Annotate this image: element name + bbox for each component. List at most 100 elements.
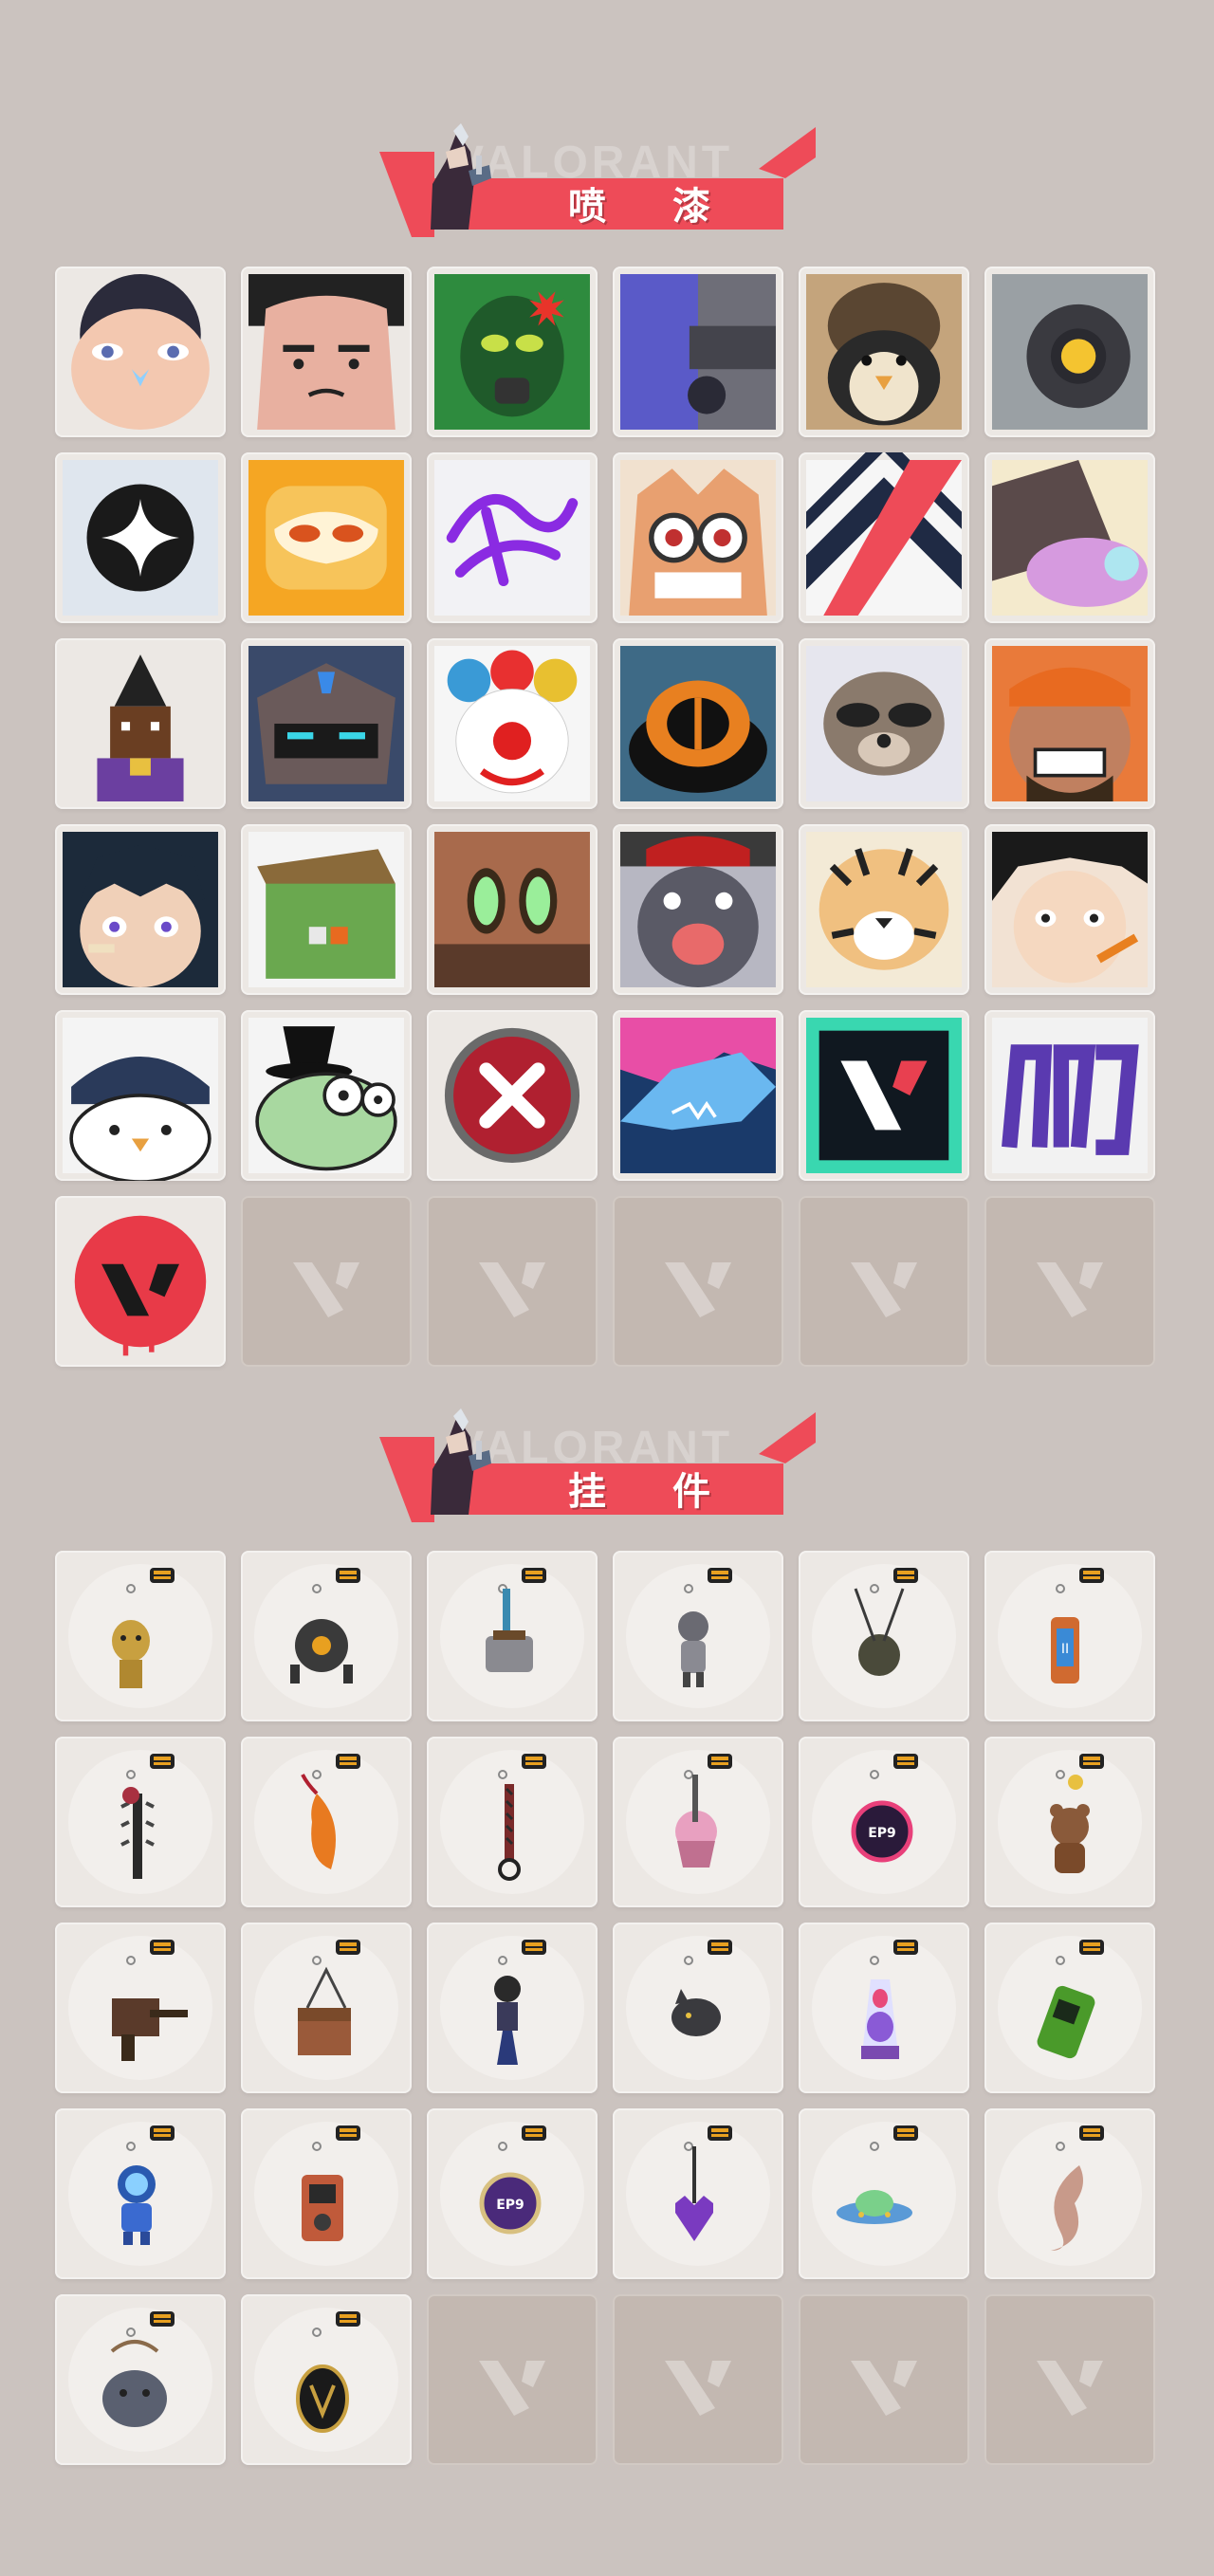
charm-dark-cat[interactable] (613, 1923, 783, 2093)
fish-tail-icon (998, 2122, 1142, 2266)
charm-fish-tail[interactable] (984, 2108, 1155, 2279)
spray-robot-eye[interactable] (984, 267, 1155, 437)
spray-penguin-beanie[interactable] (799, 267, 969, 437)
spray-tiger[interactable] (799, 824, 969, 995)
charms-banner: VALORANT 挂 件 (377, 1408, 816, 1522)
chevron-icon (806, 452, 962, 616)
spray-shark[interactable] (613, 1010, 783, 1181)
empty-slot (799, 2294, 969, 2465)
valorant-logo-icon (665, 2361, 731, 2416)
spray-v-red-drip[interactable] (55, 1196, 226, 1367)
spray-green-crate[interactable] (241, 824, 412, 995)
graffiti-icon (992, 1018, 1148, 1173)
spray-crying-mole[interactable] (613, 824, 783, 995)
charm-radio[interactable] (241, 2108, 412, 2279)
charm-cupcake[interactable] (613, 1737, 783, 1907)
spray-penguin-peek[interactable] (55, 1010, 226, 1181)
svg-text:EP9: EP9 (496, 2198, 524, 2213)
charm-blue-bottle[interactable]: II (984, 1551, 1155, 1721)
spray-green-eyes[interactable] (427, 824, 598, 995)
v-logo-red-icon (63, 1204, 218, 1359)
canteen-icon (812, 1564, 956, 1708)
raccoon-icon (806, 646, 962, 801)
spray-v-teal[interactable] (799, 1010, 969, 1181)
girl-pencil-icon (992, 832, 1148, 987)
green-eyes-icon (434, 832, 590, 987)
charm-teddy-bell[interactable] (984, 1737, 1155, 1907)
spray-grinning-man[interactable] (984, 638, 1155, 809)
charm-green-device[interactable] (984, 1923, 1155, 2093)
star-badge-icon (63, 460, 218, 616)
section-title: 喷 漆 (568, 185, 737, 229)
witch-frog-icon (248, 1018, 404, 1173)
charm-raccoon-figure[interactable] (613, 1551, 783, 1721)
spray-bandaged-kid[interactable] (55, 824, 226, 995)
spray-angry-guy[interactable] (241, 267, 412, 437)
ep9-medal-icon: EP9 (812, 1750, 956, 1894)
green-crate-icon (248, 832, 404, 987)
v-logo-teal-icon (806, 1018, 962, 1173)
valorant-logo-icon (1037, 1262, 1103, 1317)
charm-ufo[interactable] (799, 2108, 969, 2279)
top-hat-icon (620, 646, 776, 801)
spray-goggles-man[interactable] (613, 452, 783, 623)
charm-canteen[interactable] (799, 1551, 969, 1721)
charm-ep9-medal-purple[interactable]: EP9 (427, 2108, 598, 2279)
charm-gold-cat[interactable] (55, 1551, 226, 1721)
charm-brown-gun[interactable] (55, 1923, 226, 2093)
spray-butterfly-face[interactable] (55, 267, 226, 437)
green-device-icon (998, 1936, 1142, 2080)
charm-blue-astronaut[interactable] (55, 2108, 226, 2279)
spray-chevron[interactable] (799, 452, 969, 623)
spray-girl-pencil[interactable] (984, 824, 1155, 995)
spray-black-star[interactable] (55, 452, 226, 623)
charm-rope-knot[interactable] (427, 1737, 598, 1907)
svg-text:II: II (1061, 1642, 1069, 1657)
charm-pixel-heart[interactable] (613, 2108, 783, 2279)
charm-ep9-medal-pink[interactable]: EP9 (799, 1737, 969, 1907)
charm-drone[interactable] (241, 1551, 412, 1721)
brown-gun-icon (68, 1936, 212, 2080)
charm-lava-lamp[interactable] (799, 1923, 969, 2093)
svg-text:EP9: EP9 (868, 1826, 896, 1841)
spray-top-hat[interactable] (613, 638, 783, 809)
pink-creature-icon (992, 460, 1148, 616)
valorant-logo-icon (479, 1262, 545, 1317)
valorant-logo-icon (851, 2361, 917, 2416)
spray-raccoon[interactable] (799, 638, 969, 809)
charm-toaster[interactable] (427, 1551, 598, 1721)
face-angry-icon (248, 274, 404, 430)
empty-slot (984, 2294, 1155, 2465)
teddy-icon (998, 1750, 1142, 1894)
crate-box-icon (254, 1936, 398, 2080)
clown-icon (434, 646, 590, 801)
spray-armored-bot[interactable] (241, 638, 412, 809)
empty-slot (241, 1196, 412, 1367)
charm-spiked-mace[interactable] (55, 1737, 226, 1907)
cupcake-icon (626, 1750, 770, 1894)
spray-x-button[interactable] (427, 1010, 598, 1181)
spray-clown[interactable] (427, 638, 598, 809)
empty-slot (427, 2294, 598, 2465)
orange-mask-icon (248, 460, 404, 616)
spray-orange-mask[interactable] (241, 452, 412, 623)
penguin-icon (806, 274, 962, 430)
spray-pink-tail[interactable] (984, 452, 1155, 623)
robot-eye-icon (992, 274, 1148, 430)
toaster-icon (440, 1564, 584, 1708)
charm-v-coin[interactable] (241, 2294, 412, 2465)
charm-grey-owl[interactable] (55, 2294, 226, 2465)
spray-witch-frog[interactable] (241, 1010, 412, 1181)
spray-pixel-agent[interactable] (55, 638, 226, 809)
charm-crate-box[interactable] (241, 1923, 412, 2093)
charm-chili-fish[interactable] (241, 1737, 412, 1907)
spray-purple-gun[interactable] (613, 267, 783, 437)
sprays-banner: VALORANT 喷 漆 (377, 123, 816, 237)
charm-tassel-figure[interactable] (427, 1923, 598, 2093)
spray-purple-scribble[interactable] (427, 452, 598, 623)
spray-green-mask[interactable] (427, 267, 598, 437)
empty-slot (613, 1196, 783, 1367)
spray-graffiti-tag[interactable] (984, 1010, 1155, 1181)
valorant-logo-icon (851, 1262, 917, 1317)
rope-icon (440, 1750, 584, 1894)
